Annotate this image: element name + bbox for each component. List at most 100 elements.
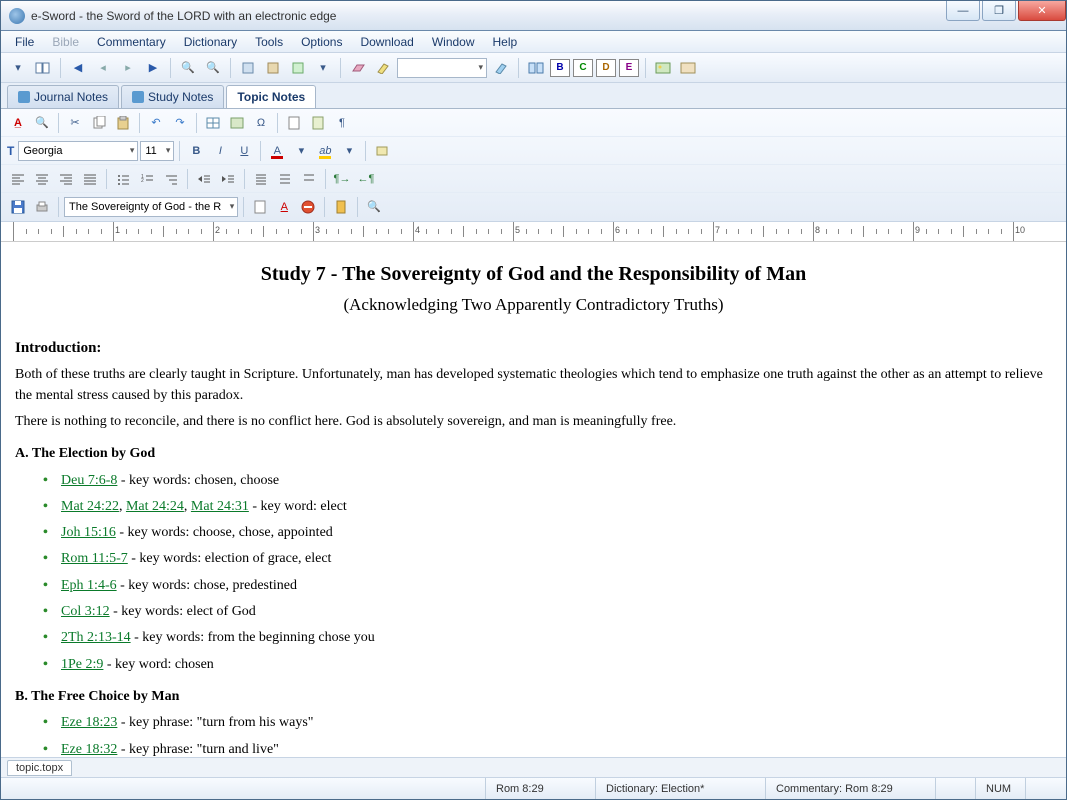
tool1-icon[interactable] [237, 57, 259, 79]
nav-back-button[interactable]: ◀ [67, 57, 89, 79]
tab-journal-notes[interactable]: Journal Notes [7, 85, 119, 108]
letter-b-button[interactable]: B [550, 59, 570, 77]
highlight-color-button[interactable]: ab [314, 140, 336, 162]
menu-dictionary[interactable]: Dictionary [176, 33, 245, 51]
book-icon[interactable] [32, 57, 54, 79]
multilevel-list-button[interactable] [160, 168, 182, 190]
menu-commentary[interactable]: Commentary [89, 33, 174, 51]
nav-back-small[interactable]: ◂ [92, 57, 114, 79]
topic-selector[interactable]: The Sovereignty of God - the R [64, 197, 238, 217]
table-icon[interactable] [202, 112, 224, 134]
tool2-icon[interactable] [262, 57, 284, 79]
rtl-button[interactable]: ←¶ [355, 168, 377, 190]
number-list-button[interactable]: 12 [136, 168, 158, 190]
section-b-list: Eze 18:23 - key phrase: "turn from his w… [43, 713, 1052, 757]
binoculars2-icon[interactable]: 🔍 [202, 57, 224, 79]
font-color-dropdown[interactable]: ▾ [290, 140, 312, 162]
menu-options[interactable]: Options [293, 33, 350, 51]
underline-button[interactable]: U [233, 140, 255, 162]
redo-icon[interactable]: ↷ [169, 112, 191, 134]
linespacing3-button[interactable] [298, 168, 320, 190]
scripture-link[interactable]: Rom 11:5-7 [61, 551, 128, 566]
close-button[interactable]: ✕ [1018, 1, 1066, 21]
scripture-link[interactable]: Joh 15:16 [61, 525, 116, 540]
print-icon[interactable] [31, 196, 53, 218]
scripture-link[interactable]: Deu 7:6-8 [61, 473, 117, 488]
window-split-icon[interactable] [525, 57, 547, 79]
highlight-color-dropdown[interactable]: ▾ [338, 140, 360, 162]
bottom-tab[interactable]: topic.topx [7, 760, 72, 776]
app-icon [9, 8, 25, 24]
ruler: 12345678910 [1, 222, 1066, 242]
indent-button[interactable] [217, 168, 239, 190]
linespacing1-button[interactable] [250, 168, 272, 190]
menu-download[interactable]: Download [352, 33, 421, 51]
nav-fwd-button[interactable]: ▶ [142, 57, 164, 79]
clear-format-icon[interactable] [371, 140, 393, 162]
editor-toolbars: A̲ 🔍 ✂ ↶ ↷ Ω ¶ T Georgia 11 B I U A ▾ ab… [1, 109, 1066, 222]
rename-icon[interactable]: A [273, 196, 295, 218]
bookmark-icon[interactable] [330, 196, 352, 218]
scripture-link[interactable]: Mat 24:22 [61, 499, 119, 514]
new-page-icon[interactable] [249, 196, 271, 218]
find-icon[interactable]: 🔍 [31, 112, 53, 134]
letter-c-button[interactable]: C [573, 59, 593, 77]
tab-study-notes[interactable]: Study Notes [121, 85, 224, 108]
tab-topic-notes[interactable]: Topic Notes [226, 85, 316, 108]
document-content[interactable]: Study 7 - The Sovereignty of God and the… [1, 242, 1066, 757]
nav-fwd-small[interactable]: ▸ [117, 57, 139, 79]
scripture-link[interactable]: Eze 18:32 [61, 742, 117, 757]
undo-icon[interactable]: ↶ [145, 112, 167, 134]
scripture-link[interactable]: 2Th 2:13-14 [61, 630, 131, 645]
outdent-button[interactable] [193, 168, 215, 190]
symbol-icon[interactable]: Ω [250, 112, 272, 134]
spellcheck-icon[interactable]: A̲ [7, 112, 29, 134]
font-color-button[interactable]: A [266, 140, 288, 162]
minimize-button[interactable]: — [946, 1, 980, 21]
align-center-button[interactable] [31, 168, 53, 190]
tool3-icon[interactable] [287, 57, 309, 79]
save-icon[interactable] [7, 196, 29, 218]
letter-e-button[interactable]: E [619, 59, 639, 77]
menu-tools[interactable]: Tools [247, 33, 291, 51]
paste-icon[interactable] [112, 112, 134, 134]
note-icon[interactable] [307, 112, 329, 134]
scripture-link[interactable]: 1Pe 2:9 [61, 657, 103, 672]
zoom-icon[interactable]: 🔍 [363, 196, 385, 218]
align-left-button[interactable] [7, 168, 29, 190]
letter-d-button[interactable]: D [596, 59, 616, 77]
menu-help[interactable]: Help [485, 33, 526, 51]
menu-file[interactable]: File [7, 33, 42, 51]
scripture-link[interactable]: Eph 1:4-6 [61, 578, 117, 593]
align-justify-button[interactable] [79, 168, 101, 190]
combo-main[interactable] [397, 58, 487, 78]
bullet-list-button[interactable] [112, 168, 134, 190]
font-name-combo[interactable]: Georgia [18, 141, 138, 161]
scripture-link[interactable]: Mat 24:31 [191, 499, 249, 514]
brush-icon[interactable] [490, 57, 512, 79]
maximize-button[interactable]: ❐ [982, 1, 1016, 21]
menu-window[interactable]: Window [424, 33, 483, 51]
ltr-button[interactable]: ¶→ [331, 168, 353, 190]
align-right-button[interactable] [55, 168, 77, 190]
highlighter-icon[interactable] [372, 57, 394, 79]
binoculars-icon[interactable]: 🔍 [177, 57, 199, 79]
italic-button[interactable]: I [209, 140, 231, 162]
pilcrow-icon[interactable]: ¶ [331, 112, 353, 134]
dropdown-button[interactable]: ▾ [7, 57, 29, 79]
delete-icon[interactable] [297, 196, 319, 218]
scripture-link[interactable]: Mat 24:24 [126, 499, 184, 514]
page-icon[interactable] [283, 112, 305, 134]
copy-icon[interactable] [88, 112, 110, 134]
tool4-icon[interactable]: ▾ [312, 57, 334, 79]
cut-icon[interactable]: ✂ [64, 112, 86, 134]
insert-image-icon[interactable] [226, 112, 248, 134]
eraser-icon[interactable] [347, 57, 369, 79]
map-icon[interactable] [677, 57, 699, 79]
scripture-link[interactable]: Eze 18:23 [61, 715, 117, 730]
image-icon[interactable] [652, 57, 674, 79]
linespacing2-button[interactable] [274, 168, 296, 190]
font-size-combo[interactable]: 11 [140, 141, 174, 161]
bold-button[interactable]: B [185, 140, 207, 162]
scripture-link[interactable]: Col 3:12 [61, 604, 110, 619]
